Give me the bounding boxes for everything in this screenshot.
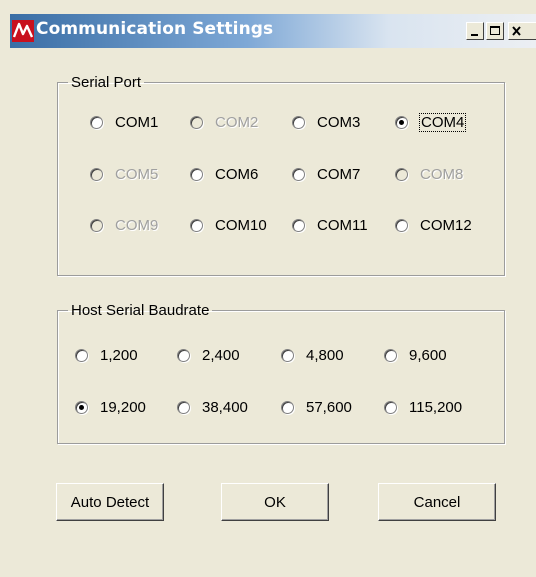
radio-label: COM7 [317,165,361,183]
radio-baud-9600[interactable]: 9,600 [384,344,447,366]
radio-circle[interactable] [281,348,294,362]
radio-label: 1,200 [100,346,138,364]
radio-circle[interactable] [384,348,397,362]
maximize-icon [490,26,500,35]
radio-com12[interactable]: COM12 [395,214,472,236]
radio-label: COM5 [115,165,159,183]
radio-label: 19,200 [100,398,146,416]
radio-circle[interactable] [190,218,203,232]
radio-circle [190,115,203,129]
radio-label: 38,400 [202,398,248,416]
radio-label: COM10 [215,216,267,234]
cancel-button[interactable]: Cancel [378,483,496,521]
radio-baud-4800[interactable]: 4,800 [281,344,344,366]
radio-label: COM1 [115,113,159,131]
radio-com4[interactable]: COM4 [395,111,467,133]
app-logo-icon [12,20,34,42]
radio-circle [395,167,408,181]
radio-baud-1200[interactable]: 1,200 [75,344,138,366]
radio-com3[interactable]: COM3 [292,111,360,133]
radio-com10[interactable]: COM10 [190,214,267,236]
radio-label: 4,800 [306,346,344,364]
radio-circle[interactable] [75,400,88,414]
radio-com2: COM2 [190,111,258,133]
radio-circle[interactable] [190,167,203,181]
radio-label: 115,200 [409,398,463,416]
radio-circle [90,218,103,232]
baudrate-legend: Host Serial Baudrate [71,302,210,319]
radio-label: COM3 [317,113,361,131]
dialog-body: Serial Port COM1 COM2 COM3 COM4 COM5 COM… [10,48,536,577]
radio-baud-115200[interactable]: 115,200 [384,396,462,418]
radio-baud-57600[interactable]: 57,600 [281,396,352,418]
radio-circle[interactable] [177,400,190,414]
radio-circle[interactable] [75,348,88,362]
radio-circle[interactable] [177,348,190,362]
radio-label: COM8 [420,165,464,183]
baudrate-group: Host Serial Baudrate [57,302,505,444]
radio-circle[interactable] [395,115,408,129]
radio-com6[interactable]: COM6 [190,163,258,185]
maximize-button[interactable] [486,22,504,40]
radio-label: COM9 [115,216,159,234]
radio-label: COM4 [418,112,467,132]
minimize-button[interactable] [466,22,484,40]
auto-detect-button[interactable]: Auto Detect [56,483,164,521]
radio-circle[interactable] [384,400,397,414]
radio-circle[interactable] [90,115,103,129]
radio-com8: COM8 [395,163,463,185]
radio-com7[interactable]: COM7 [292,163,360,185]
radio-label: 57,600 [306,398,352,416]
radio-circle[interactable] [292,167,305,181]
minimize-icon [471,34,478,36]
radio-com9: COM9 [90,214,158,236]
radio-circle[interactable] [395,218,408,232]
close-button[interactable] [508,22,536,40]
radio-baud-38400[interactable]: 38,400 [177,396,248,418]
radio-label: 9,600 [409,346,447,364]
radio-label: 2,400 [202,346,240,364]
radio-circle[interactable] [281,400,294,414]
radio-com5: COM5 [90,163,158,185]
radio-circle[interactable] [292,218,305,232]
serial-port-legend: Serial Port [71,74,142,91]
radio-label: COM12 [420,216,472,234]
radio-baud-19200[interactable]: 19,200 [75,396,146,418]
ok-button[interactable]: OK [221,483,329,521]
radio-circle [90,167,103,181]
close-icon [512,26,521,36]
radio-label: COM6 [215,165,259,183]
radio-baud-2400[interactable]: 2,400 [177,344,240,366]
radio-label: COM2 [215,113,259,131]
radio-circle[interactable] [292,115,305,129]
radio-label: COM11 [317,216,368,234]
radio-com11[interactable]: COM11 [292,214,368,236]
window-title: Communication Settings [36,19,274,39]
radio-com1[interactable]: COM1 [90,111,158,133]
